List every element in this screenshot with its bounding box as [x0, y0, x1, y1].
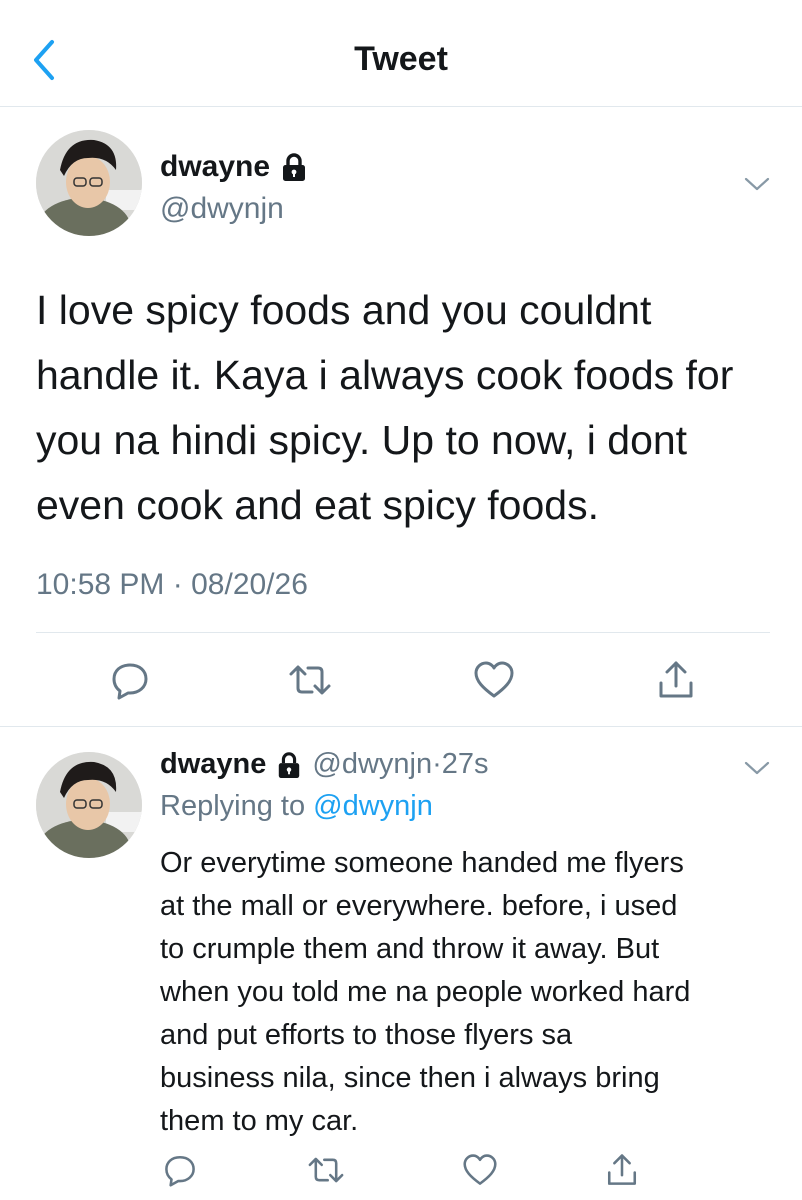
meta-separator: ·: [172, 568, 183, 601]
reply-author-name: dwayne: [160, 748, 267, 780]
tweet-date: 08/20/26: [191, 568, 308, 601]
tweet-time: 10:58 PM: [36, 568, 165, 601]
share-icon: [607, 1154, 637, 1185]
more-options-button[interactable]: [744, 176, 770, 197]
retweet-icon: [308, 1157, 344, 1183]
lock-icon: [279, 751, 300, 778]
reply-author-handle: @dwynjn·27s: [312, 748, 489, 780]
lock-icon: [283, 153, 306, 181]
share-button[interactable]: [596, 1144, 648, 1196]
retweet-button[interactable]: [300, 1144, 352, 1196]
share-button[interactable]: [650, 654, 702, 706]
replying-handle-link[interactable]: @dwynjn: [313, 790, 433, 822]
like-button[interactable]: [454, 1144, 506, 1196]
author-name: dwayne: [160, 150, 271, 183]
author-name-row[interactable]: dwayne: [160, 150, 308, 184]
divider: [36, 632, 770, 633]
tweet-text: I love spicy foods and you couldnt handl…: [36, 287, 734, 528]
page-title: Tweet: [354, 40, 448, 78]
author-handle[interactable]: @dwynjn: [160, 192, 284, 226]
retweet-button[interactable]: [284, 654, 336, 706]
reply-icon: [165, 1155, 195, 1187]
avatar[interactable]: [36, 130, 142, 236]
replying-prefix: Replying to: [160, 790, 306, 822]
like-icon: [474, 661, 514, 698]
reply-button[interactable]: [154, 1144, 206, 1196]
avatar[interactable]: [36, 752, 142, 858]
chevron-down-icon: [744, 761, 770, 775]
retweet-icon: [289, 665, 331, 695]
more-options-button[interactable]: [744, 760, 770, 781]
chevron-down-icon: [744, 177, 770, 191]
reply-button[interactable]: [104, 654, 156, 706]
reply-icon: [112, 663, 148, 700]
divider: [0, 726, 802, 727]
like-button[interactable]: [468, 654, 520, 706]
like-icon: [463, 1154, 497, 1185]
reply-author-row[interactable]: dwayne @dwynjn·27s: [160, 748, 489, 781]
share-icon: [659, 661, 693, 698]
replying-to: Replying to @dwynjn: [160, 790, 433, 823]
tweet-timestamp[interactable]: 10:58 PM · 08/20/26: [36, 568, 308, 602]
reply-text: Or everytime someone handed me flyers at…: [160, 847, 691, 1137]
